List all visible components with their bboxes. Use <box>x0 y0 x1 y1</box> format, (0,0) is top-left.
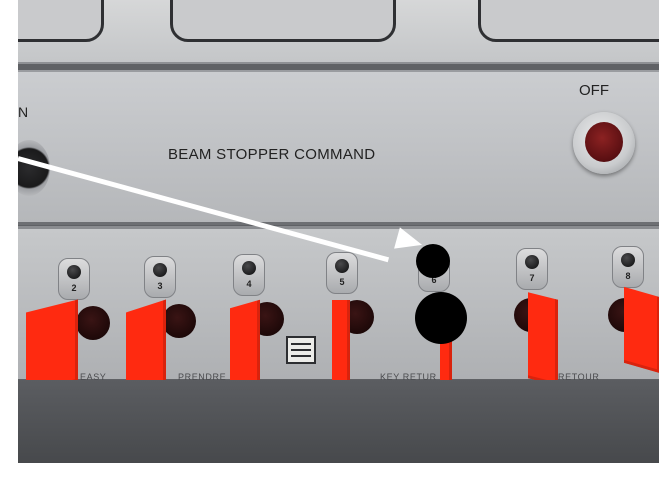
key-lock <box>162 304 196 338</box>
key-slot-number: 8 <box>625 271 631 281</box>
lower-cabinet <box>18 380 659 463</box>
badge-rule <box>291 355 311 357</box>
indicator-led <box>525 255 539 269</box>
key-slot: 4 <box>233 254 265 296</box>
red-key[interactable] <box>528 292 558 386</box>
off-button[interactable] <box>573 112 635 174</box>
panel-cutout <box>170 0 396 42</box>
panel-cutout <box>18 0 104 42</box>
red-key[interactable] <box>624 286 659 374</box>
key-slot-number: 3 <box>157 281 163 291</box>
indicator-led <box>67 265 81 279</box>
red-key[interactable] <box>332 300 350 388</box>
key-slot: 3 <box>144 256 176 298</box>
badge-rule <box>291 343 311 345</box>
indicator-led <box>153 263 167 277</box>
left-label-fragment: N <box>18 104 29 120</box>
badge-rule <box>291 349 311 351</box>
off-label: OFF <box>579 82 609 99</box>
manufacturer-badge <box>286 336 316 364</box>
panel-cutout <box>478 0 659 42</box>
key-slot-number: 4 <box>246 279 252 289</box>
indicator-led <box>242 261 256 275</box>
off-button-cap <box>585 122 623 162</box>
key-slot-number: 2 <box>71 283 77 293</box>
key-lock <box>76 306 110 340</box>
redaction-dot <box>415 292 467 344</box>
photo: N BEAM STOPPER COMMAND OFF 2 3 4 5 6 7 8 <box>18 0 659 463</box>
key-slot: 2 <box>58 258 90 300</box>
beam-stopper-label: BEAM STOPPER COMMAND <box>168 146 376 163</box>
indicator-led <box>621 253 635 267</box>
key-slot: 5 <box>326 252 358 294</box>
key-slot: 7 <box>516 248 548 290</box>
indicator-led <box>335 259 349 273</box>
redaction-dot <box>416 244 450 278</box>
key-slot-number: 7 <box>529 273 535 283</box>
key-slot-number: 5 <box>339 277 345 287</box>
key-slot: 8 <box>612 246 644 288</box>
top-panel <box>18 0 659 64</box>
